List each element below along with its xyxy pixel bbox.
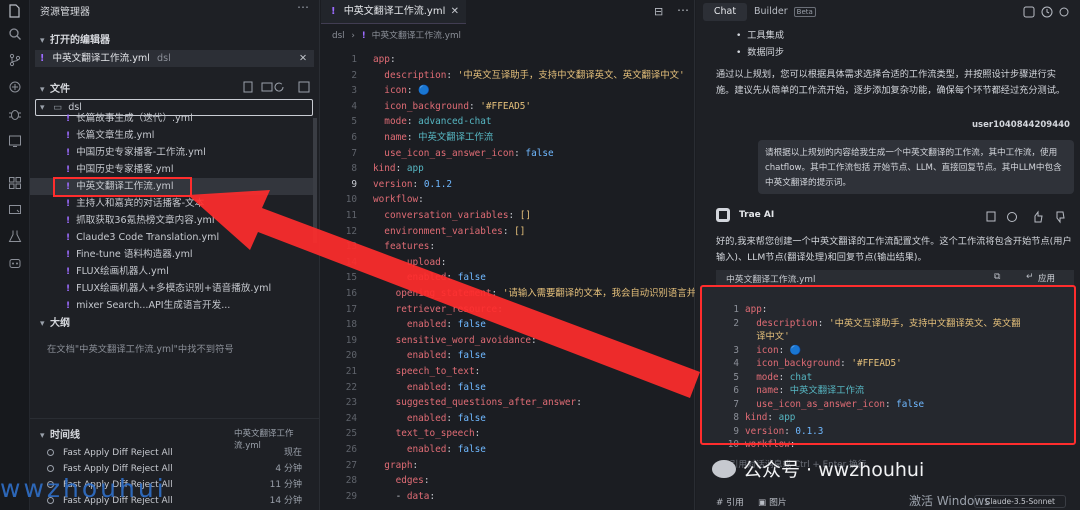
annotation-arrow bbox=[188, 190, 700, 398]
wechat-watermark: 公众号 · wwzhouhui bbox=[712, 455, 925, 481]
windows-activate: 激活 Windows bbox=[909, 494, 991, 508]
watermark-left: wwzhouhui bbox=[0, 474, 167, 503]
wechat-icon bbox=[712, 459, 736, 478]
wechat-label: 公众号 · wwzhouhui bbox=[743, 459, 925, 481]
